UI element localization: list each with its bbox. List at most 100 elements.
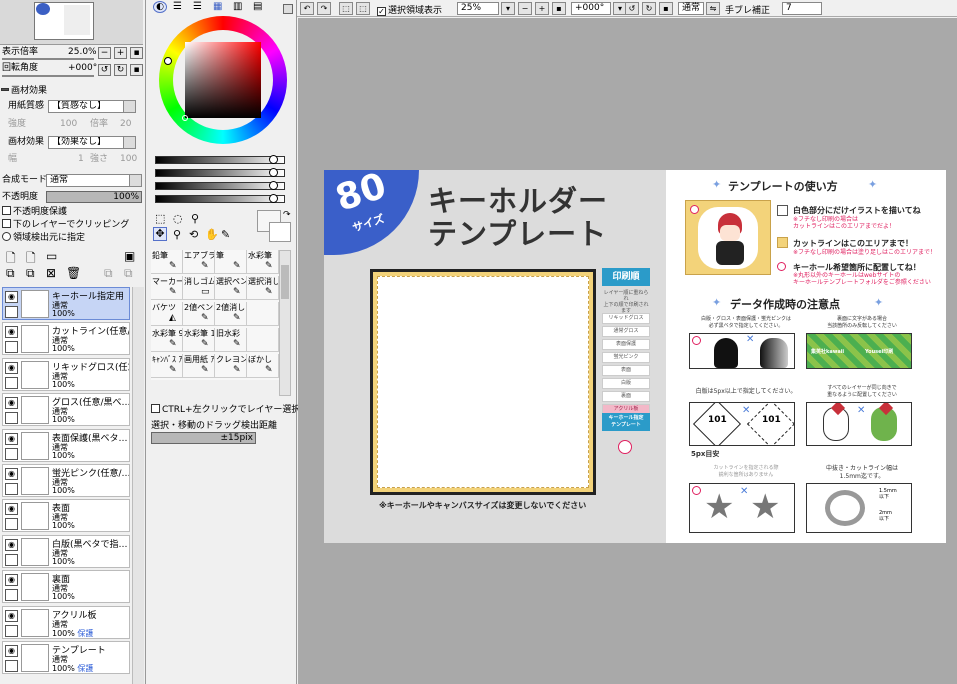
saturation-value-square[interactable] <box>185 42 261 118</box>
eye-icon[interactable]: ◉ <box>5 503 18 516</box>
rotate-right-button[interactable]: ↻ <box>114 64 127 76</box>
tool-item[interactable]: 2値消し ✎ <box>215 302 247 326</box>
tool-item[interactable]: 旧水彩 ✎ <box>215 328 247 352</box>
lock-toggle[interactable] <box>5 553 18 566</box>
zoom-out-icon[interactable]: − <box>518 2 532 15</box>
transfer-down-icon[interactable]: ⧉ <box>6 266 15 281</box>
lock-toggle[interactable] <box>5 447 18 460</box>
layer-row[interactable]: ◉ グロス(任意/黒べ… 通常 100% <box>2 393 130 427</box>
eye-icon[interactable]: ◉ <box>5 326 18 339</box>
texture-header[interactable]: 画材効果 <box>0 85 146 97</box>
tool-item[interactable]: 水彩筆 9版✎ <box>151 328 183 352</box>
rotate-cw-icon[interactable]: ↻ <box>642 2 656 15</box>
layer-row[interactable]: ◉ 表面保護(黒ベタ… 通常 100% <box>2 428 130 462</box>
eye-icon[interactable]: ◉ <box>5 574 18 587</box>
delete-layer-icon[interactable]: 🗑 <box>66 266 81 280</box>
tool-item[interactable]: マーカー ✎ <box>151 276 183 300</box>
zoom-slider[interactable] <box>2 58 94 60</box>
magic-wand-icon[interactable]: ⚲ <box>191 212 199 225</box>
deselect-icon[interactable]: ⬚ <box>339 2 353 15</box>
new-folder-icon[interactable]: ▭ <box>46 249 57 263</box>
lock-toggle[interactable] <box>5 624 18 637</box>
lock-toggle[interactable] <box>5 412 18 425</box>
tool-grid-scrollbar[interactable] <box>279 250 291 396</box>
navigator-thumbnail[interactable] <box>0 0 143 45</box>
lock-toggle[interactable] <box>5 589 18 602</box>
blue-slider[interactable] <box>155 181 285 190</box>
layer-panel-menu-icon[interactable]: ▣ <box>124 249 135 263</box>
tool-item[interactable]: 消しゴム ▭ <box>183 276 215 300</box>
sv-marker[interactable] <box>182 115 188 121</box>
panel-menu-icon[interactable] <box>283 4 293 14</box>
zoom-in-button[interactable]: + <box>114 47 127 59</box>
rotate-reset-button[interactable]: ▪ <box>130 64 143 76</box>
effect-select[interactable]: 【効果なし】 <box>48 136 136 149</box>
zoom-reset-button[interactable]: ▪ <box>130 47 143 59</box>
rotation-slider[interactable] <box>2 75 94 77</box>
angle-select[interactable]: +000° <box>571 2 611 15</box>
rotate-ccw-icon[interactable]: ↺ <box>625 2 639 15</box>
eye-icon[interactable]: ◉ <box>5 645 18 657</box>
alpha-slider[interactable] <box>155 194 285 203</box>
tool-item[interactable]: 画用紙 ｱｸﾘﾙ✎ <box>183 354 215 378</box>
blend-mode-select[interactable]: 通常 <box>46 174 142 187</box>
layer-row[interactable]: ◉ キーホール指定用 通常 100% <box>2 287 130 320</box>
tool-item[interactable]: 鉛筆 ✎ <box>151 250 183 274</box>
swap-colors-icon[interactable]: ↷ <box>283 210 291 220</box>
lock-toggle[interactable] <box>5 660 18 672</box>
lock-toggle[interactable] <box>5 483 18 495</box>
lock-toggle[interactable] <box>5 306 18 318</box>
color-set-tab-icon[interactable]: ▦ <box>213 1 222 12</box>
tool-item[interactable]: 水彩筆 10版✎ <box>183 328 215 352</box>
opacity-slider[interactable]: 100% <box>46 191 142 203</box>
hand-icon[interactable]: ✋ <box>205 228 219 241</box>
lock-toggle[interactable] <box>5 341 18 354</box>
eye-icon[interactable]: ◉ <box>5 361 18 374</box>
secondary-color-swatch[interactable] <box>269 222 291 242</box>
lock-toggle[interactable] <box>5 376 18 389</box>
zoom-dropdown-icon[interactable]: ▾ <box>501 2 515 15</box>
layer-row[interactable]: ◉ 蛍光ピンク(任意/… 通常 100% <box>2 464 130 497</box>
zoom-in-icon[interactable]: + <box>535 2 549 15</box>
scratchpad-tab-icon[interactable]: ▥ <box>233 1 242 12</box>
eye-icon[interactable]: ◉ <box>5 468 18 480</box>
color-wheel-tab-icon[interactable]: ◐ <box>153 1 167 13</box>
green-slider[interactable] <box>155 168 285 177</box>
layer-row[interactable]: ◉ テンプレート 通常 100% 保護 <box>2 641 130 674</box>
layer-row[interactable]: ◉リキッドグロス(任意…通常100% <box>2 357 130 391</box>
eye-icon[interactable]: ◉ <box>5 538 18 551</box>
layer-row[interactable]: ◉ アクリル板 通常 100% 保護 <box>2 605 130 639</box>
tool-item[interactable]: ぼかし ✎ <box>247 354 279 378</box>
lock-toggle[interactable] <box>5 518 18 531</box>
tool-item[interactable]: バケツ ◭ <box>151 302 183 326</box>
tool-item[interactable]: 筆 ✎ <box>215 250 247 274</box>
tool-item[interactable]: 選択ペン ✎ <box>215 276 247 300</box>
tool-item[interactable]: 2値ペン ✎ <box>183 302 215 326</box>
hsv-slider-tab-icon[interactable]: ☰ <box>193 1 202 12</box>
show-selection-checkbox[interactable]: ✓ 選択領域表示 <box>377 3 442 16</box>
merge-down-icon[interactable]: ⧉ <box>26 266 35 281</box>
drag-distance-slider[interactable]: ±15pix <box>151 432 256 444</box>
tool-item[interactable]: 水彩筆 ✎ <box>247 250 279 274</box>
select-source-radio[interactable]: 領域検出元に指定 <box>2 232 148 244</box>
rotate-icon[interactable]: ⟲ <box>189 228 198 241</box>
move-icon[interactable]: ✥ <box>153 227 167 241</box>
zoom-fit-icon[interactable]: ▪ <box>552 2 566 15</box>
tool-item[interactable]: 選択消し ✎ <box>247 276 279 300</box>
hue-marker[interactable] <box>164 57 172 65</box>
layer-row[interactable]: ◉ 白版(黒ベタで指… 通常 100% <box>2 534 130 568</box>
tool-item[interactable]: エアブラシ✎ <box>183 250 215 274</box>
zoom-icon[interactable]: ⚲ <box>173 228 181 241</box>
ctrl-click-checkbox[interactable]: CTRL+左クリックでレイヤー選択 <box>151 404 300 416</box>
tool-item[interactable]: クレヨン ✎ <box>215 354 247 378</box>
blend-select[interactable]: 通常 <box>678 2 704 15</box>
green-slider-knob[interactable] <box>269 168 278 177</box>
layer-row[interactable]: ◉カットライン(任意/…通常100% <box>2 322 130 356</box>
layer-row[interactable]: ◉ 表面 通常 100% <box>2 499 130 533</box>
eye-icon[interactable]: ◉ <box>5 291 18 303</box>
clear-layer-icon[interactable]: ⊠ <box>46 266 56 280</box>
red-slider-knob[interactable] <box>269 155 278 164</box>
zoom-select[interactable]: 25% <box>457 2 499 15</box>
eye-icon[interactable]: ◉ <box>5 609 18 622</box>
blue-slider-knob[interactable] <box>269 181 278 190</box>
